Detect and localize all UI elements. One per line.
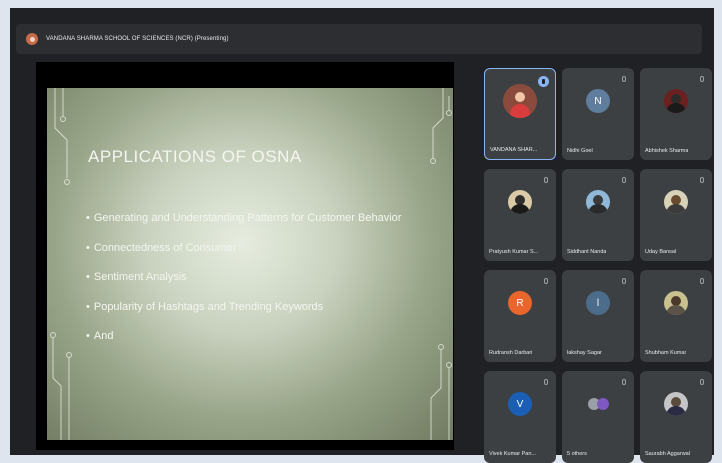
participant-name: lakshay Sagar bbox=[567, 350, 602, 356]
participant-name: Shubham Kumar bbox=[645, 350, 687, 356]
slide-bullet: Connectedness of Consumer bbox=[86, 242, 236, 254]
mic-muted-icon bbox=[700, 278, 704, 284]
slide-bullet: Generating and Understanding Patterns fo… bbox=[86, 212, 402, 224]
participant-name: 5 others bbox=[567, 451, 587, 457]
avatar bbox=[503, 84, 537, 119]
participant-name: Uday Bansal bbox=[645, 249, 677, 255]
mic-muted-icon bbox=[544, 278, 548, 284]
participant-tile[interactable]: Pratyush Kumar S... bbox=[484, 169, 556, 261]
participant-tile[interactable]: Abhishek Sharma bbox=[640, 68, 712, 160]
participant-tile[interactable]: Siddhant Nanda bbox=[562, 169, 634, 261]
participant-name: Abhishek Sharma bbox=[645, 148, 689, 154]
mic-muted-icon bbox=[544, 379, 548, 385]
participant-tile[interactable]: Uday Bansal bbox=[640, 169, 712, 261]
mic-muted-icon bbox=[700, 379, 704, 385]
slide-bullet: And bbox=[86, 330, 114, 342]
presenter-bar[interactable]: VANDANA SHARMA SCHOOL OF SCIENCES (NCR) … bbox=[16, 24, 702, 54]
circuit-decoration-left bbox=[50, 88, 72, 440]
presentation-slide bbox=[47, 88, 453, 440]
participant-name: Vivek Kumar Pan... bbox=[489, 451, 536, 457]
avatar: l bbox=[586, 291, 610, 316]
avatar bbox=[664, 392, 688, 417]
circuit-decoration-right bbox=[430, 88, 452, 440]
participant-tile[interactable]: l lakshay Sagar bbox=[562, 270, 634, 362]
presenter-title: VANDANA SHARMA SCHOOL OF SCIENCES (NCR) … bbox=[46, 36, 229, 42]
avatar: R bbox=[508, 291, 532, 316]
avatar bbox=[664, 190, 688, 215]
avatar bbox=[664, 291, 688, 316]
speaking-indicator-icon bbox=[538, 76, 549, 87]
participant-tile[interactable]: Shubham Kumar bbox=[640, 270, 712, 362]
participant-name: Siddhant Nanda bbox=[567, 249, 607, 255]
mic-muted-icon bbox=[622, 177, 626, 183]
participant-tile[interactable]: V Vivek Kumar Pan... bbox=[484, 371, 556, 463]
participant-name: VANDANA SHAR... bbox=[490, 147, 538, 153]
slide-bullet: Popularity of Hashtags and Trending Keyw… bbox=[86, 301, 323, 313]
slide-bullet: Sentiment Analysis bbox=[86, 271, 187, 283]
presenter-avatar bbox=[26, 33, 38, 45]
mic-muted-icon bbox=[622, 379, 626, 385]
participant-name: Nidhi Goel bbox=[567, 148, 593, 154]
participant-name: Rudransh Darbari bbox=[489, 350, 533, 356]
avatar: N bbox=[586, 89, 610, 114]
avatar-stack bbox=[584, 392, 612, 416]
participant-tile[interactable]: Saurabh Aggarwal bbox=[640, 371, 712, 463]
mic-muted-icon bbox=[622, 278, 626, 284]
avatar: V bbox=[508, 392, 532, 417]
participant-tile[interactable]: VANDANA SHAR... bbox=[484, 68, 556, 160]
slide-title: APPLICATIONS OF OSNA bbox=[88, 147, 302, 166]
avatar bbox=[508, 190, 532, 215]
avatar bbox=[664, 89, 688, 114]
mic-muted-icon bbox=[544, 177, 548, 183]
mic-muted-icon bbox=[622, 76, 626, 82]
participant-name: Saurabh Aggarwal bbox=[645, 451, 690, 457]
mic-muted-icon bbox=[700, 177, 704, 183]
avatar bbox=[586, 190, 610, 215]
participant-tile[interactable]: N Nidhi Goel bbox=[562, 68, 634, 160]
participant-tile[interactable]: 5 others bbox=[562, 371, 634, 463]
participant-name: Pratyush Kumar S... bbox=[489, 249, 539, 255]
mic-muted-icon bbox=[700, 76, 704, 82]
participant-tile[interactable]: R Rudransh Darbari bbox=[484, 270, 556, 362]
